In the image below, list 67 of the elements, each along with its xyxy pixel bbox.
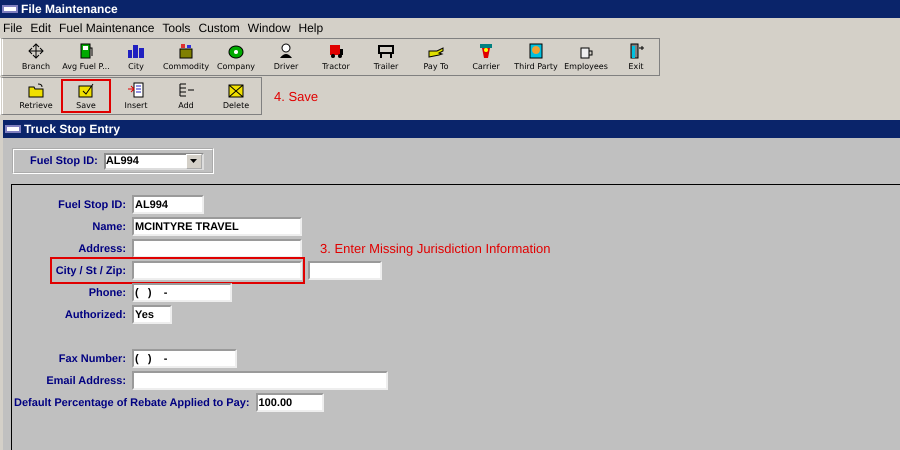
text-field[interactable]: ( ) -	[132, 349, 237, 368]
toolbar-button[interactable]: Branch	[11, 40, 61, 74]
menu-item[interactable]: Fuel Maintenance	[56, 20, 160, 34]
text-field[interactable]: Yes	[132, 305, 172, 324]
text-field[interactable]	[308, 261, 382, 280]
toolbar-button[interactable]: Delete	[211, 79, 261, 113]
buildings-icon	[127, 43, 145, 59]
field-label: Name:	[92, 220, 126, 232]
annotation: 4. Save	[274, 88, 318, 104]
toolbar-button[interactable]: Driver	[261, 40, 311, 74]
box-icon	[177, 43, 195, 59]
field-label: Phone:	[88, 286, 126, 298]
field-label: Authorized:	[64, 308, 126, 320]
text-field[interactable]: MCINTYRE TRAVEL	[132, 217, 302, 236]
toolbar-button[interactable]: Pay To	[411, 40, 461, 74]
app-logo-icon	[2, 5, 18, 13]
menu-item[interactable]: Edit	[27, 20, 56, 34]
toolbar-button[interactable]: City	[111, 40, 161, 74]
move-arrows-icon	[27, 43, 45, 59]
toolbar-button[interactable]: Retrieve	[11, 79, 61, 113]
folder-check-icon	[77, 82, 95, 98]
dropdown-arrow-icon	[190, 159, 198, 163]
add-tree-icon	[177, 82, 195, 98]
portrait-icon	[527, 43, 545, 59]
text-field[interactable]	[132, 261, 302, 280]
toolbar-button[interactable]: Avg Fuel P...	[61, 40, 111, 74]
child-window-title: Truck Stop Entry	[24, 122, 120, 136]
truck-icon	[327, 43, 345, 59]
text-field[interactable]	[132, 239, 302, 258]
delete-folder-icon	[227, 82, 245, 98]
person-icon	[277, 43, 295, 59]
carrier-icon	[477, 43, 495, 59]
insert-list-icon	[127, 82, 145, 98]
window-title: File Maintenance	[21, 2, 118, 16]
menu-item[interactable]: Help	[295, 20, 328, 34]
folder-icon	[27, 82, 45, 98]
menu-item[interactable]: Tools	[159, 20, 196, 34]
trailer-icon	[377, 43, 395, 59]
phone-icon	[227, 43, 245, 59]
field-label: Address:	[78, 242, 126, 254]
toolbar-button[interactable]: Save	[61, 79, 111, 113]
toolbar-button[interactable]: Trailer	[361, 40, 411, 74]
toolbar-button[interactable]: Insert	[111, 79, 161, 113]
field-label: Fax Number:	[58, 352, 126, 364]
toolbar-button[interactable]: Third Party	[511, 40, 561, 74]
toolbar-button[interactable]: Company	[211, 40, 261, 74]
toolbar-button[interactable]: Tractor	[311, 40, 361, 74]
field-label: City / St / Zip:	[56, 264, 126, 276]
text-field[interactable]: 100.00	[256, 393, 324, 412]
text-field[interactable]	[132, 371, 388, 390]
field-label: Default Percentage of Rebate Applied to Pay:	[14, 396, 250, 408]
text-field[interactable]: AL994	[132, 195, 204, 214]
app-logo-icon	[5, 125, 21, 133]
toolbar-button[interactable]: Employees	[561, 40, 611, 74]
field-label: Fuel Stop ID:	[30, 155, 98, 167]
toolbar-button[interactable]: Add	[161, 79, 211, 113]
toolbar-button[interactable]: Commodity	[161, 40, 211, 74]
text-field[interactable]: ( ) -	[132, 283, 232, 302]
menu-item[interactable]: Window	[244, 20, 296, 34]
toolbar-button[interactable]: Carrier	[461, 40, 511, 74]
menu-item[interactable]: File	[0, 20, 28, 34]
field-label: Email Address:	[46, 374, 126, 386]
field-label: Fuel Stop ID:	[58, 198, 126, 210]
annotation: 3. Enter Missing Jurisdiction Information	[320, 241, 550, 256]
menu-item[interactable]: Custom	[195, 20, 245, 34]
toolbar-button[interactable]: Exit	[611, 40, 661, 74]
id-dropdown[interactable]: AL994	[104, 152, 204, 170]
